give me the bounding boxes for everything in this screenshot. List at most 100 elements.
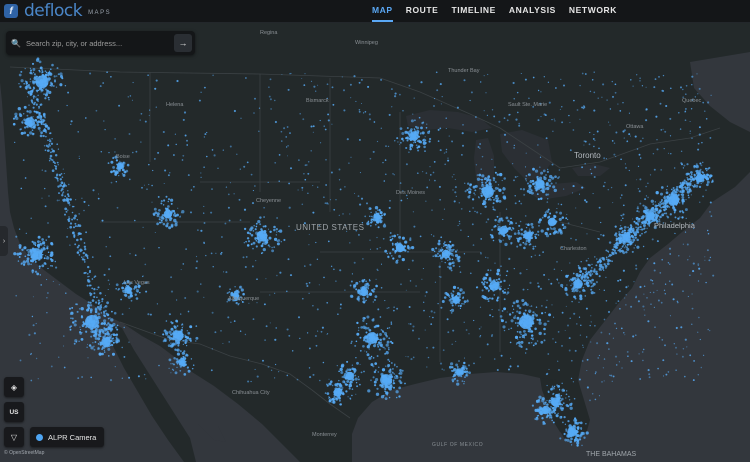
camera-marker <box>578 267 582 270</box>
camera-marker <box>323 125 325 127</box>
top-bar: f deflock MAPS MAP ROUTE TIMELINE ANALYS… <box>0 0 750 23</box>
camera-marker <box>98 335 101 338</box>
camera-marker <box>443 241 446 244</box>
camera-marker <box>163 213 167 217</box>
camera-marker <box>644 198 647 201</box>
camera-marker <box>177 332 180 335</box>
camera-marker <box>31 257 35 261</box>
camera-marker <box>373 344 376 348</box>
camera-marker <box>388 326 391 329</box>
camera-marker <box>240 117 242 119</box>
camera-marker <box>175 299 178 301</box>
camera-marker <box>48 79 50 82</box>
camera-marker <box>513 179 515 182</box>
camera-marker <box>50 365 53 368</box>
camera-marker <box>536 340 539 342</box>
camera-marker <box>595 371 597 373</box>
camera-marker <box>689 130 691 132</box>
camera-marker <box>440 276 442 278</box>
camera-marker <box>397 141 399 143</box>
camera-marker <box>524 166 527 168</box>
camera-marker <box>132 81 134 84</box>
camera-marker <box>250 173 253 176</box>
camera-marker <box>540 91 542 93</box>
camera-marker <box>561 121 564 124</box>
camera-marker <box>39 86 43 90</box>
camera-marker <box>575 438 579 442</box>
camera-marker <box>163 182 165 185</box>
camera-marker <box>28 110 32 114</box>
camera-marker <box>174 214 177 218</box>
camera-marker <box>545 193 548 196</box>
logo[interactable]: f deflock MAPS <box>4 0 111 22</box>
camera-marker <box>377 345 380 348</box>
camera-marker <box>380 127 382 129</box>
camera-marker <box>116 328 119 331</box>
camera-marker <box>31 271 34 274</box>
camera-marker <box>540 340 544 344</box>
camera-marker <box>438 185 441 188</box>
camera-marker <box>36 81 40 84</box>
camera-marker <box>262 241 264 243</box>
camera-marker <box>686 163 689 166</box>
camera-marker <box>684 110 687 113</box>
camera-marker <box>164 169 167 172</box>
camera-marker <box>532 182 535 186</box>
camera-marker <box>154 158 156 160</box>
camera-marker <box>558 169 561 171</box>
camera-marker <box>548 215 551 218</box>
camera-marker <box>251 265 254 268</box>
camera-marker <box>469 99 471 102</box>
camera-marker <box>86 346 88 348</box>
camera-marker <box>388 206 391 209</box>
camera-marker <box>20 128 23 131</box>
camera-marker <box>610 186 613 189</box>
camera-marker <box>387 348 390 351</box>
camera-marker <box>546 227 550 231</box>
camera-marker <box>571 278 574 281</box>
nav-analysis[interactable]: ANALYSIS <box>509 0 556 20</box>
camera-marker <box>80 337 84 341</box>
camera-marker <box>680 162 683 165</box>
camera-marker <box>195 260 199 263</box>
camera-marker <box>458 302 460 305</box>
camera-marker <box>697 331 699 333</box>
camera-marker <box>481 183 484 186</box>
camera-marker <box>657 299 660 302</box>
camera-marker <box>364 215 367 218</box>
map-canvas[interactable]: Regina Winnipeg Thunder Bay Sault Ste. M… <box>0 22 750 462</box>
camera-marker <box>107 288 109 291</box>
camera-marker <box>491 109 494 111</box>
nav-timeline[interactable]: TIMELINE <box>451 0 495 20</box>
camera-marker <box>261 251 264 254</box>
camera-marker <box>494 282 497 284</box>
camera-marker <box>440 236 443 239</box>
camera-marker <box>169 313 171 316</box>
nav-route[interactable]: ROUTE <box>406 0 439 20</box>
camera-marker <box>566 434 570 438</box>
camera-marker <box>116 324 119 327</box>
camera-marker <box>563 84 565 87</box>
camera-marker <box>250 380 252 383</box>
camera-marker <box>572 272 575 275</box>
camera-marker <box>679 202 681 204</box>
camera-marker <box>416 131 420 134</box>
camera-marker <box>289 72 291 75</box>
camera-marker <box>624 163 626 165</box>
camera-marker <box>388 307 390 309</box>
camera-marker <box>500 318 502 320</box>
nav-network[interactable]: NETWORK <box>569 0 617 20</box>
camera-marker <box>195 325 198 327</box>
camera-marker <box>503 177 506 180</box>
camera-marker <box>107 317 110 320</box>
camera-marker <box>490 280 493 284</box>
camera-marker <box>90 311 92 314</box>
camera-marker <box>387 145 390 148</box>
camera-marker <box>480 192 483 195</box>
camera-marker <box>555 399 560 403</box>
camera-marker <box>554 222 557 225</box>
camera-marker <box>458 222 461 225</box>
camera-marker <box>643 285 646 287</box>
camera-marker <box>23 131 27 135</box>
nav-map[interactable]: MAP <box>372 0 393 22</box>
